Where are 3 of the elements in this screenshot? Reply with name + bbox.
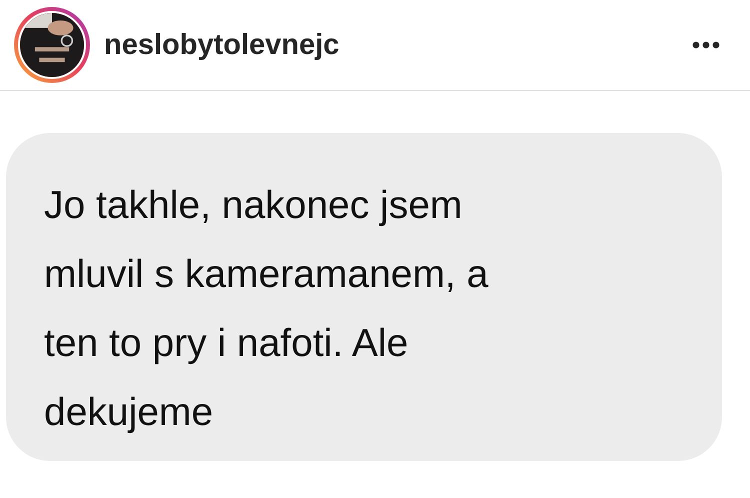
- message-text: Jo takhle, nakonec jsem mluvil s kameramanem, a ten to pry i nafoti. Ale dekujeme: [44, 183, 490, 436]
- username[interactable]: neslobytolevnejc: [104, 28, 678, 62]
- more-icon[interactable]: [692, 41, 720, 49]
